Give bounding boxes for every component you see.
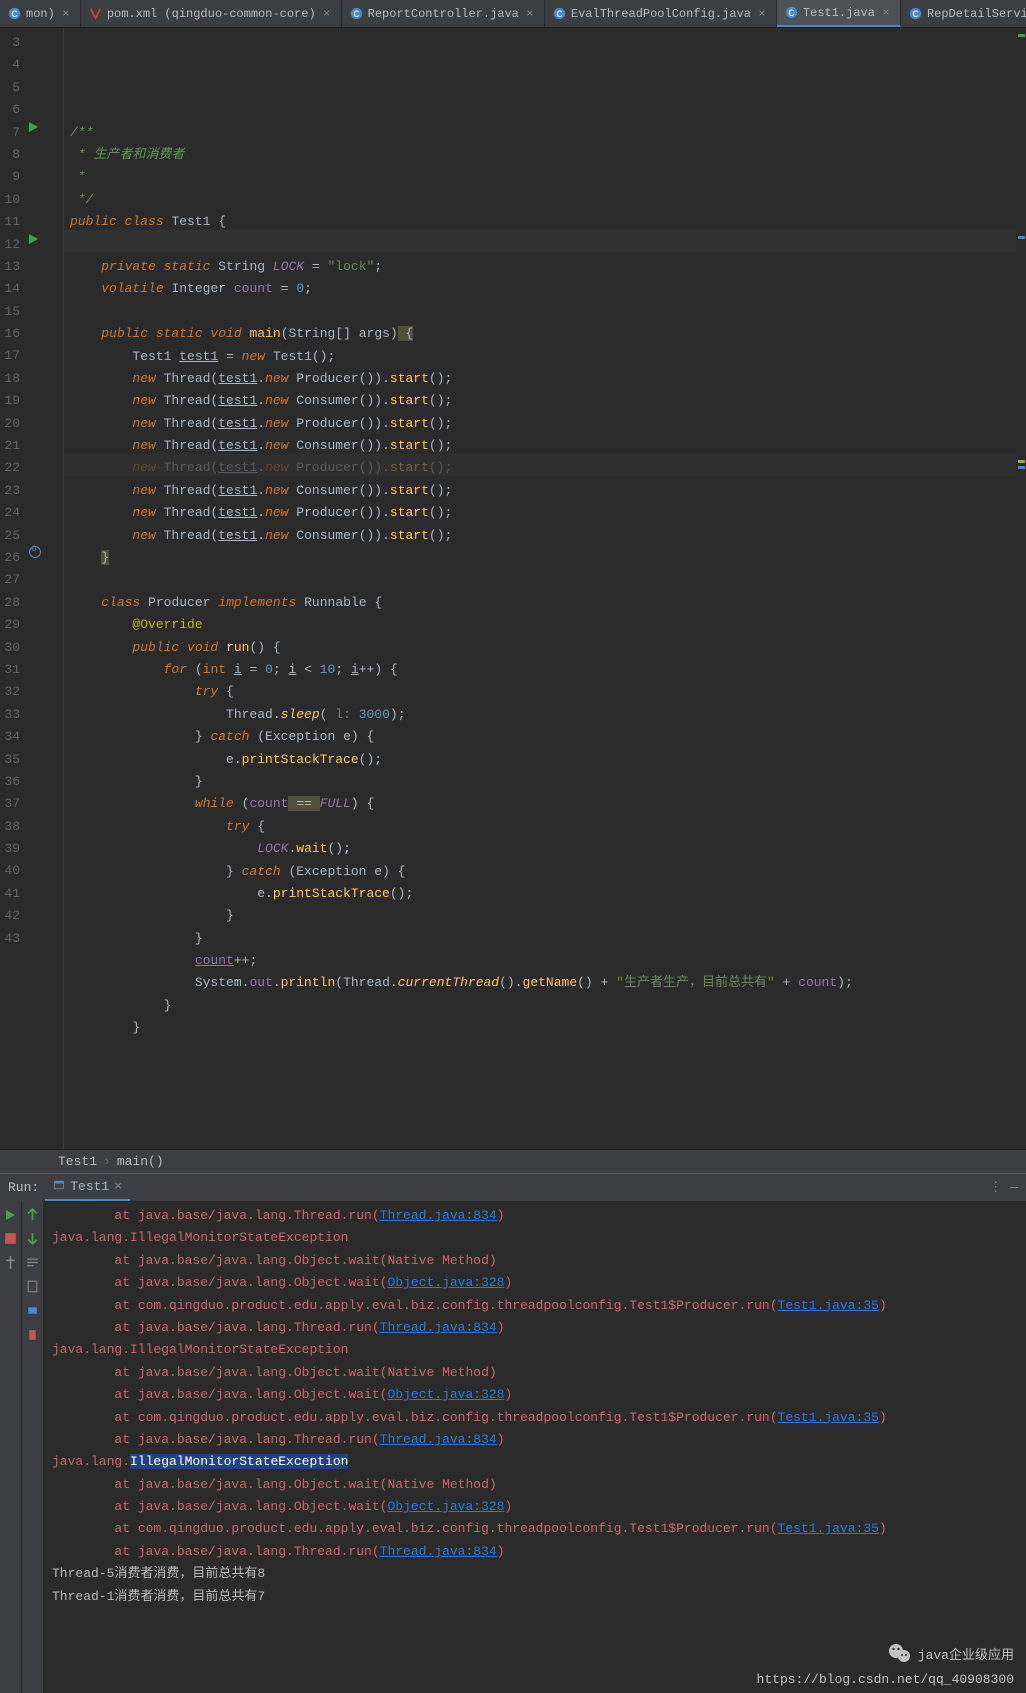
java-class-icon: C [8, 7, 21, 20]
tab-label: mon) [26, 7, 55, 21]
tab-evalthreadpool[interactable]: C EvalThreadPoolConfig.java × [545, 0, 777, 27]
fold-gutter [48, 28, 64, 1149]
crumb-class[interactable]: Test1 [58, 1154, 97, 1169]
gutter-icons [26, 28, 48, 1149]
run-left-gutter-2 [22, 1201, 44, 1693]
stop-icon[interactable] [3, 1231, 18, 1246]
editor-breadcrumbs: Test1 › main() [0, 1149, 1026, 1173]
tab-label: ReportController.java [368, 7, 519, 21]
more-icon[interactable]: ⋮ [989, 1180, 1002, 1195]
close-icon[interactable]: × [524, 7, 536, 21]
svg-text:C: C [788, 8, 794, 19]
run-output-panel: at java.base/java.lang.Thread.run(Thread… [0, 1201, 1026, 1693]
close-icon[interactable]: × [321, 7, 333, 21]
java-class-icon: C [909, 7, 922, 20]
run-toolbar: ⋮ — [989, 1180, 1018, 1195]
tab-pom[interactable]: pom.xml (qingduo-common-core) × [81, 0, 342, 27]
override-icon[interactable] [29, 546, 45, 562]
minimize-icon[interactable]: — [1010, 1180, 1018, 1195]
code-area[interactable]: /** * 生产者和消费者 * */public class Test1 { p… [64, 28, 1026, 1149]
run-left-gutter-1 [0, 1201, 22, 1693]
tab-label: RepDetailServiceImplV2.java [927, 7, 1026, 21]
clear-icon[interactable] [25, 1327, 40, 1342]
line-number-gutter: 3456789101112131415161718192021222324252… [0, 28, 26, 1149]
soft-wrap-icon[interactable] [25, 1255, 40, 1270]
java-class-icon: C [785, 6, 798, 19]
down-arrow-icon[interactable] [25, 1231, 40, 1246]
run-config-icon [53, 1179, 65, 1195]
run-config-tab[interactable]: Test1 × [45, 1175, 130, 1201]
scroll-to-end-icon[interactable] [25, 1279, 40, 1294]
svg-text:C: C [11, 9, 17, 20]
crumb-method[interactable]: main() [117, 1154, 164, 1169]
java-class-icon: C [350, 7, 363, 20]
tab-test1[interactable]: C Test1.java × [777, 0, 901, 27]
svg-text:C: C [556, 9, 562, 20]
run-gutter-icon[interactable] [29, 122, 45, 138]
close-icon[interactable]: × [880, 6, 892, 20]
maven-icon [89, 7, 102, 20]
rerun-icon[interactable] [3, 1207, 18, 1222]
svg-text:C: C [912, 9, 918, 20]
run-tab-label: Test1 [70, 1179, 109, 1194]
svg-text:C: C [353, 9, 359, 20]
java-class-icon: C [553, 7, 566, 20]
pin-icon[interactable] [3, 1255, 18, 1270]
console-output[interactable]: at java.base/java.lang.Thread.run(Thread… [44, 1201, 1026, 1693]
tab-repdetail[interactable]: C RepDetailServiceImplV2.java × [901, 0, 1026, 27]
tab-mon[interactable]: C mon) × [0, 0, 81, 27]
tab-label: EvalThreadPoolConfig.java [571, 7, 751, 21]
close-icon[interactable]: × [114, 1179, 122, 1194]
close-icon[interactable]: × [60, 7, 72, 21]
error-stripe[interactable] [1016, 28, 1026, 1149]
tab-label: pom.xml (qingduo-common-core) [107, 7, 316, 21]
close-icon[interactable]: × [756, 7, 768, 21]
tab-reportcontroller[interactable]: C ReportController.java × [342, 0, 545, 27]
run-toolwindow-header: Run: Test1 × ⋮ — [0, 1173, 1026, 1201]
tab-label: Test1.java [803, 6, 875, 20]
print-icon[interactable] [25, 1303, 40, 1318]
editor-tabs: C mon) × pom.xml (qingduo-common-core) ×… [0, 0, 1026, 28]
up-arrow-icon[interactable] [25, 1207, 40, 1222]
chevron-right-icon: › [103, 1154, 111, 1169]
code-editor[interactable]: 3456789101112131415161718192021222324252… [0, 28, 1026, 1149]
run-gutter-icon[interactable] [29, 234, 45, 250]
run-label: Run: [8, 1180, 39, 1195]
